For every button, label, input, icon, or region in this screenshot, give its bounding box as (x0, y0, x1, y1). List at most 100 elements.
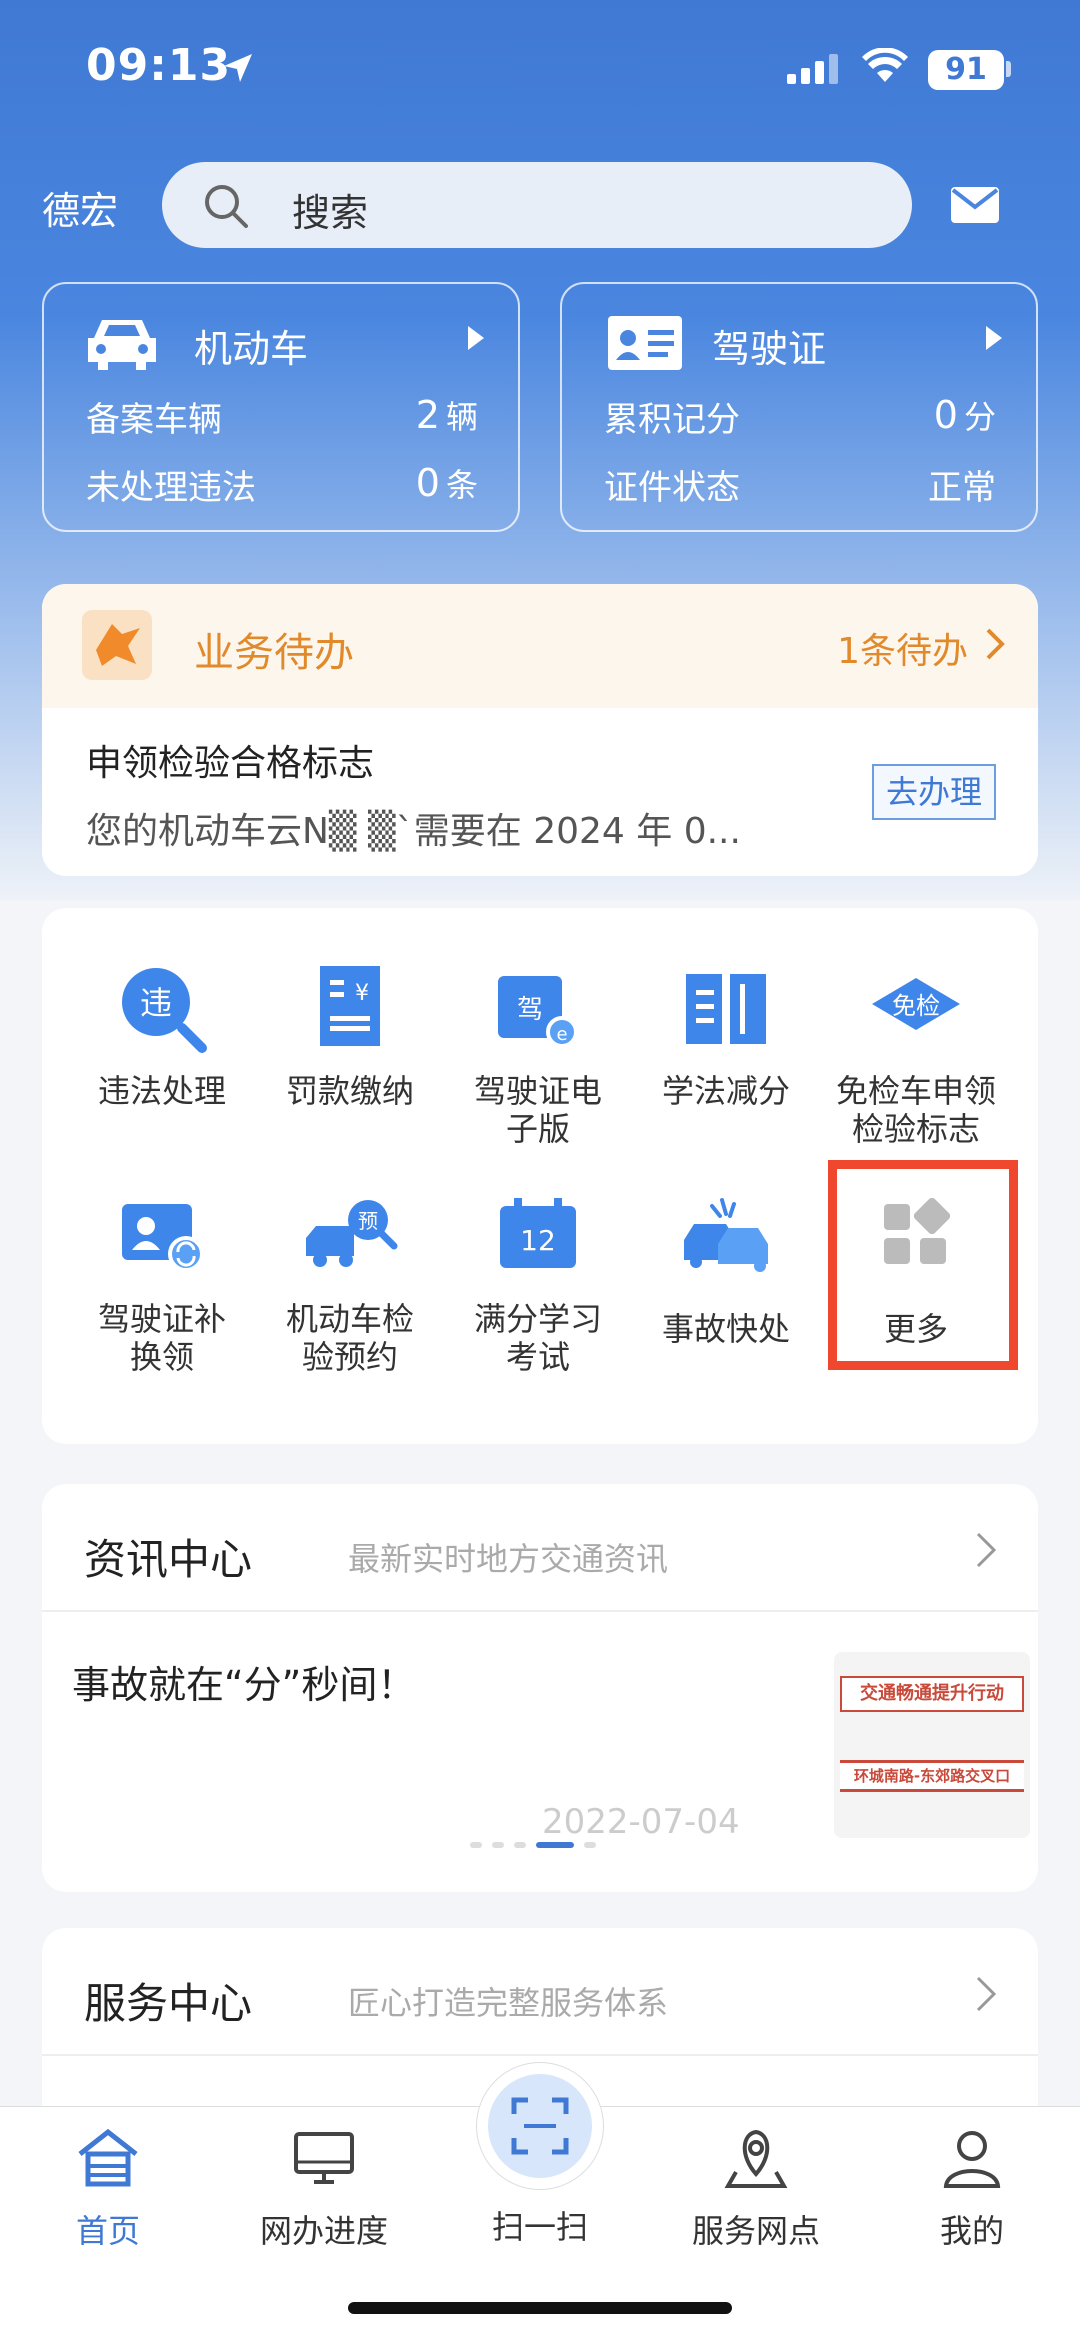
mail-icon[interactable] (950, 186, 1000, 224)
service-violation[interactable]: 违 违法处理 (72, 958, 252, 1110)
search-placeholder: 搜索 (292, 191, 369, 235)
chevron-right-icon[interactable] (974, 1530, 998, 1570)
service-accident[interactable]: 事故快处 (636, 1186, 816, 1348)
carousel-dot (514, 1842, 526, 1848)
label-line: 检验标志 (851, 1110, 980, 1148)
thumb-line1: 交通畅通提升行动 (840, 1676, 1024, 1712)
license-card[interactable]: 驾驶证 累积记分 0分 证件状态 正常 (560, 282, 1038, 532)
service-e-license[interactable]: 驾e 驾驶证电 子版 (448, 958, 628, 1148)
svg-text:¥: ¥ (355, 981, 369, 1006)
service-label: 学法减分 (661, 1072, 790, 1110)
news-title: 资讯中心 (84, 1535, 253, 1584)
license-card-title: 驾驶证 (712, 327, 827, 371)
service-exempt-inspection[interactable]: 免检 免检车申领 检验标志 (826, 958, 1006, 1148)
tab-label: 服务网点 (691, 2212, 820, 2250)
todo-card[interactable]: 业务待办 1条待办 申领检验合格标志 您的机动车云N▒ ▒`需要在 2024 年… (42, 584, 1038, 876)
svg-text:12: 12 (520, 1224, 556, 1257)
service-center-title: 服务中心 (84, 1979, 253, 2028)
handle-now-button[interactable]: 去办理 (872, 764, 996, 820)
violation-icon: 违 (112, 958, 212, 1058)
map-pin-icon (724, 2129, 788, 2188)
exempt-inspection-icon: 免检 (866, 958, 966, 1058)
service-fine-payment[interactable]: ¥ 罚款缴纳 (260, 958, 440, 1110)
row-label: 备案车辆 (86, 400, 222, 440)
todo-icon (82, 610, 152, 680)
vehicle-card[interactable]: 机动车 备案车辆 2辆 未处理违法 0条 (42, 282, 520, 532)
row-label: 证件状态 (604, 468, 740, 508)
chevron-right-icon[interactable] (974, 1974, 998, 2014)
search-bar[interactable]: 搜索 (162, 162, 912, 248)
tab-scan[interactable]: 扫一扫 (460, 2194, 620, 2248)
vehicle-row-registered: 备案车辆 2辆 (86, 392, 478, 441)
vehicle-row-violations: 未处理违法 0条 (86, 460, 478, 509)
battery-tip (1006, 61, 1011, 77)
car-icon (88, 320, 156, 370)
label-line: 子版 (505, 1110, 570, 1148)
fine-payment-icon: ¥ (300, 958, 400, 1058)
service-license-renew[interactable]: 驾驶证补 换领 (72, 1186, 252, 1376)
tab-label: 首页 (75, 2212, 140, 2250)
row-label: 未处理违法 (86, 468, 256, 508)
search-icon (205, 185, 248, 228)
calendar-12-icon: 12 (488, 1186, 588, 1286)
service-study[interactable]: 学法减分 (636, 958, 816, 1110)
home-icon (78, 2128, 138, 2187)
tab-mine[interactable]: 我的 (892, 2122, 1052, 2252)
news-center-card[interactable]: 资讯中心 最新实时地方交通资讯 事故就在“分”秒间！ 2022-07-04 交通… (42, 1484, 1038, 1892)
tab-progress[interactable]: 网办进度 (244, 2122, 404, 2252)
status-bar: 09:13 91 (0, 0, 1080, 130)
carousel-dot-active (536, 1842, 574, 1848)
row-label: 累积记分 (604, 400, 740, 440)
news-headline[interactable]: 事故就在“分”秒间！ (72, 1654, 415, 1709)
wifi-icon (862, 48, 908, 82)
id-card-icon (608, 316, 682, 370)
news-date: 2022-07-04 (542, 1802, 740, 1842)
license-row-status: 证件状态 正常 (604, 460, 996, 509)
tab-label: 我的 (939, 2212, 1004, 2250)
carousel-dot (470, 1842, 482, 1848)
tab-service-points[interactable]: 服务网点 (676, 2122, 836, 2252)
e-license-icon: 驾e (488, 958, 588, 1058)
svg-text:违: 违 (140, 984, 172, 1022)
label-line: 验预约 (301, 1338, 398, 1376)
tab-home[interactable]: 首页 (28, 2122, 188, 2252)
location-arrow-icon (224, 54, 252, 82)
tab-label: 扫一扫 (491, 2208, 588, 2246)
home-indicator (348, 2302, 732, 2314)
battery-level: 91 (928, 50, 1004, 90)
service-inspection-booking[interactable]: 预 机动车检 验预约 (260, 1186, 440, 1376)
license-renew-icon (112, 1186, 212, 1286)
svg-text:e: e (556, 1024, 567, 1045)
todo-title: 业务待办 (194, 630, 354, 676)
label-line: 免检车申领 (835, 1072, 996, 1110)
service-label: 罚款缴纳 (285, 1072, 414, 1110)
todo-header[interactable]: 业务待办 1条待办 (42, 584, 1038, 708)
study-book-icon (676, 958, 776, 1058)
scan-icon (511, 2097, 569, 2155)
label-line: 驾驶证补 (97, 1300, 226, 1338)
news-thumbnail[interactable]: 交通畅通提升行动 环城南路-东郊路交叉口 (834, 1652, 1030, 1838)
service-full-score-study[interactable]: 12 满分学习 考试 (448, 1186, 628, 1376)
caret-right-icon (986, 326, 1002, 350)
highlight-box (828, 1160, 1018, 1370)
row-value: 0 (415, 461, 440, 505)
divider (42, 2054, 1038, 2056)
svg-text:免检: 免检 (892, 992, 940, 1020)
accident-icon (676, 1186, 776, 1286)
status-time: 09:13 (86, 40, 232, 91)
label-line: 满分学习 (473, 1300, 602, 1338)
label-line: 机动车检 (285, 1300, 414, 1338)
license-row-points: 累积记分 0分 (604, 392, 996, 441)
label-line: 驾驶证电 (473, 1072, 602, 1110)
service-label: 事故快处 (661, 1310, 790, 1348)
row-value: 正常 (928, 468, 996, 508)
user-icon (943, 2131, 1001, 2188)
row-unit: 辆 (445, 398, 478, 436)
service-center-subtitle: 匠心打造完整服务体系 (348, 1984, 669, 2022)
city-selector[interactable]: 德宏 (42, 180, 118, 235)
chevron-right-icon (986, 628, 1005, 660)
service-label: 违法处理 (97, 1072, 226, 1110)
monitor-icon (294, 2132, 354, 2184)
scan-button[interactable] (488, 2074, 592, 2178)
label-line: 换领 (129, 1338, 194, 1376)
